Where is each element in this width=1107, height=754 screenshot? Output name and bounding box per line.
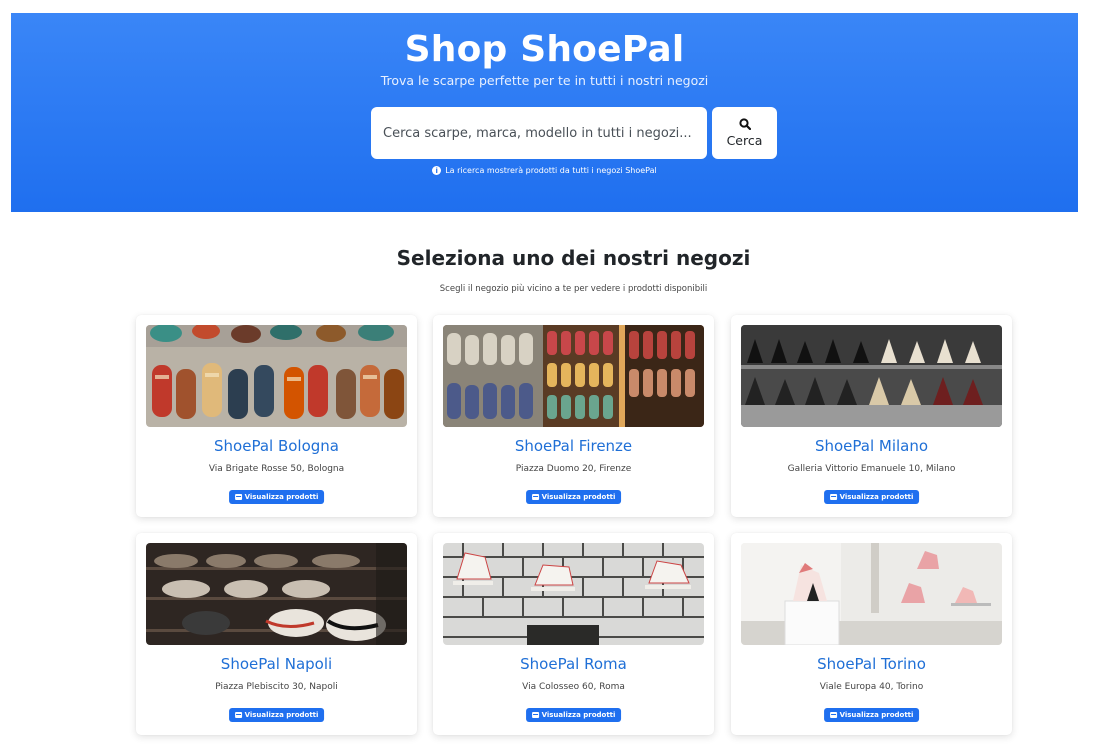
store-name[interactable]: ShoePal Firenze (433, 437, 714, 455)
view-products-button-firenze[interactable]: Visualizza prodotti (525, 490, 622, 504)
store-icon (531, 494, 539, 500)
store-address: Via Brigate Rosse 50, Bologna (208, 464, 345, 474)
store-icon (829, 494, 837, 500)
view-products-button-napoli[interactable]: Visualizza prodotti (228, 708, 325, 722)
search-hint-text: La ricerca mostrerà prodotti da tutti i … (445, 166, 657, 175)
store-image-firenze (443, 325, 704, 427)
store-image-bologna (146, 325, 407, 427)
store-address: Galleria Vittorio Emanuele 10, Milano (787, 464, 956, 474)
store-card-bologna: ShoePal Bologna Via Brigate Rosse 50, Bo… (136, 315, 417, 517)
search-icon (738, 118, 751, 130)
search-input[interactable] (371, 107, 707, 159)
store-image-milano (741, 325, 1002, 427)
search-hint: i La ricerca mostrerà prodotti da tutti … (11, 166, 1078, 175)
hero-banner: Shop ShoePal Trova le scarpe perfette pe… (11, 13, 1078, 212)
store-name[interactable]: ShoePal Torino (731, 655, 1012, 673)
store-card-roma: ShoePal Roma Via Colosseo 60, Roma Visua… (433, 533, 714, 735)
view-products-button-milano[interactable]: Visualizza prodotti (823, 490, 920, 504)
store-image-torino (741, 543, 1002, 645)
view-products-label: Visualizza prodotti (839, 711, 914, 719)
store-address: Viale Europa 40, Torino (819, 682, 924, 692)
view-products-label: Visualizza prodotti (839, 493, 914, 501)
search-button[interactable]: Cerca (712, 107, 777, 159)
store-name[interactable]: ShoePal Roma (433, 655, 714, 673)
store-card-milano: ShoePal Milano Galleria Vittorio Emanuel… (731, 315, 1012, 517)
store-icon (531, 712, 539, 718)
view-products-button-torino[interactable]: Visualizza prodotti (823, 708, 920, 722)
store-icon (234, 494, 242, 500)
view-products-label: Visualizza prodotti (541, 711, 616, 719)
store-address: Via Colosseo 60, Roma (522, 682, 625, 692)
store-card-torino: ShoePal Torino Viale Europa 40, Torino V… (731, 533, 1012, 735)
store-image-roma (443, 543, 704, 645)
stores-section-subtitle: Scegli il negozio più vicino a te per ve… (439, 284, 708, 294)
view-products-button-bologna[interactable]: Visualizza prodotti (228, 490, 325, 504)
stores-section-title: Seleziona uno dei nostri negozi (396, 246, 751, 270)
store-image-napoli (146, 543, 407, 645)
view-products-label: Visualizza prodotti (244, 493, 319, 501)
page-title: Shop ShoePal (404, 29, 685, 70)
view-products-button-roma[interactable]: Visualizza prodotti (525, 708, 622, 722)
store-address: Piazza Duomo 20, Firenze (515, 464, 632, 474)
store-name[interactable]: ShoePal Napoli (136, 655, 417, 673)
store-icon (234, 712, 242, 718)
store-card-firenze: ShoePal Firenze Piazza Duomo 20, Firenze… (433, 315, 714, 517)
store-name[interactable]: ShoePal Bologna (136, 437, 417, 455)
store-icon (829, 712, 837, 718)
store-card-napoli: ShoePal Napoli Piazza Plebiscito 30, Nap… (136, 533, 417, 735)
store-name[interactable]: ShoePal Milano (731, 437, 1012, 455)
view-products-label: Visualizza prodotti (244, 711, 319, 719)
view-products-label: Visualizza prodotti (541, 493, 616, 501)
info-icon: i (432, 166, 442, 175)
hero-subtitle: Trova le scarpe perfette per te in tutti… (380, 73, 709, 88)
search-button-label: Cerca (726, 133, 763, 148)
store-address: Piazza Plebiscito 30, Napoli (215, 682, 338, 692)
